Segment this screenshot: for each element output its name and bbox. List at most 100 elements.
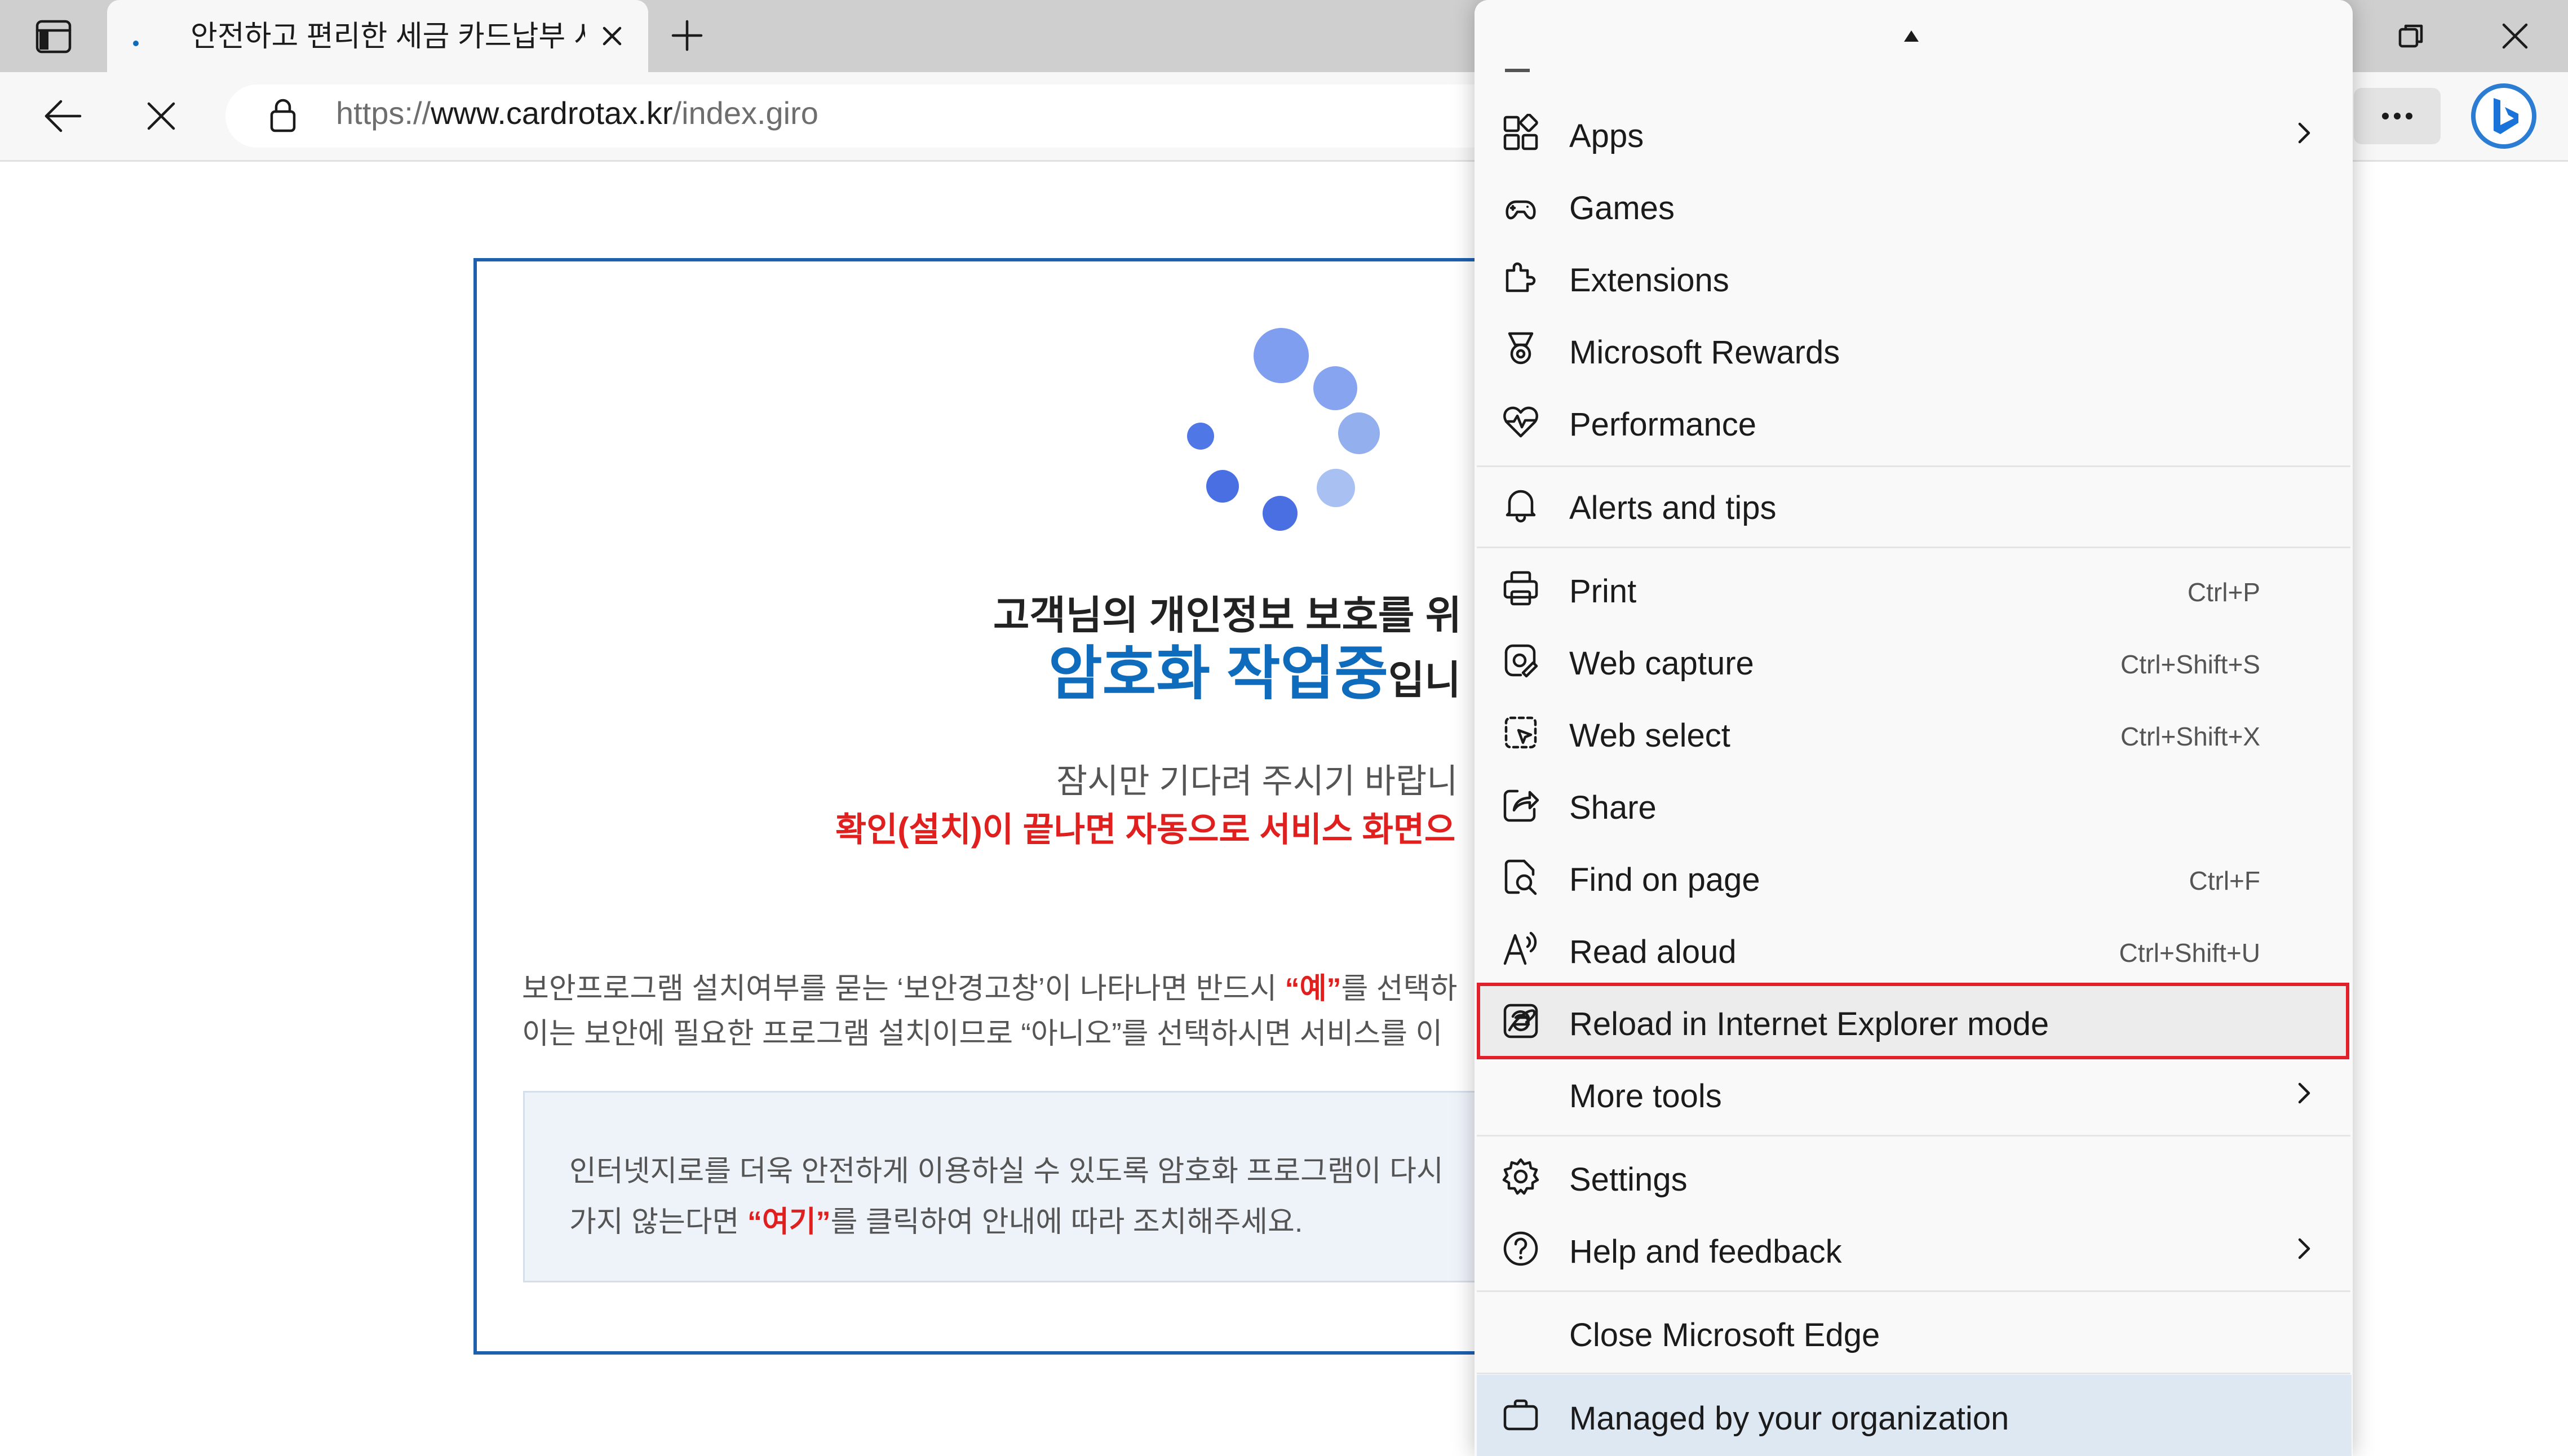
partial-item-icon [1505, 69, 1530, 72]
menu-item-settings[interactable]: Settings [1477, 1140, 2350, 1213]
menu-label: Close Microsoft Edge [1569, 1317, 1880, 1353]
menu-item-web-capture[interactable]: Web capture Ctrl+Shift+S [1477, 624, 2350, 696]
menu-separator [1477, 1135, 2350, 1137]
security-paragraph-line1: 보안프로그램 설치여부를 묻는 ‘보안경고창’이 나타나면 반드시 “예”를 선… [522, 965, 1457, 1007]
menu-separator [1477, 465, 2350, 467]
para1-red: “예” [1285, 973, 1341, 1005]
menu-item-more-tools[interactable]: More tools [1477, 1057, 2350, 1129]
close-icon [603, 26, 622, 46]
internet-explorer-icon [1503, 1004, 1538, 1038]
menu-item-managed-by-organization[interactable]: Managed by your organization [1477, 1379, 2350, 1451]
url-text[interactable]: https://www.cardrotax.kr/index.giro [336, 95, 818, 131]
close-window-button[interactable] [2499, 20, 2531, 52]
find-icon [1504, 859, 1537, 895]
printer-icon [1503, 571, 1538, 606]
info-text: 가지 않는다면 [569, 1206, 747, 1239]
menu-separator [1477, 1290, 2350, 1292]
tab-actions-button[interactable] [34, 17, 73, 56]
menu-item-web-select[interactable]: Web select Ctrl+Shift+X [1477, 696, 2350, 769]
menu-shortcut: Ctrl+F [2189, 866, 2261, 895]
menu-label: Help and feedback [1569, 1233, 1842, 1270]
menu-item-alerts-and-tips[interactable]: Alerts and tips [1477, 469, 2350, 541]
close-icon [2502, 23, 2528, 49]
menu-label: Web select [1569, 717, 1730, 754]
bell-icon [1506, 490, 1536, 523]
url-host: www.cardrotax.kr [431, 95, 673, 131]
menu-shortcut: Ctrl+P [2187, 578, 2260, 607]
tab-actions-icon [36, 20, 72, 54]
here-link[interactable]: “여기” [747, 1206, 831, 1239]
heading-suffix: 입니 [1388, 658, 1461, 702]
heading-blue: 암호화 작업중 [1048, 641, 1388, 707]
menu-item-performance[interactable]: Performance [1477, 385, 2350, 458]
menu-item-help-and-feedback[interactable]: Help and feedback [1477, 1213, 2350, 1285]
heading-line2: 암호화 작업중입니 [1048, 625, 1461, 711]
menu-label: Microsoft Rewards [1569, 334, 1840, 371]
menu-shortcut: Ctrl+Shift+S [2120, 650, 2260, 679]
help-icon [1503, 1231, 1538, 1266]
menu-item-find-on-page[interactable]: Find on page Ctrl+F [1477, 841, 2350, 913]
para1-text-end: 를 선택하 [1341, 973, 1458, 1005]
gear-icon [1502, 1158, 1539, 1195]
menu-label: Read aloud [1569, 934, 1737, 970]
menu-label: Settings [1569, 1161, 1688, 1198]
menu-separator [1477, 1373, 2350, 1374]
menu-item-reload-in-ie-mode[interactable]: Reload in Internet Explorer mode [1477, 985, 2350, 1057]
menu-scroll-up-icon[interactable] [1902, 28, 1921, 44]
rewards-medal-icon [1508, 332, 1534, 365]
menu-item-extensions[interactable]: Extensions [1477, 241, 2350, 313]
chevron-right-icon [2298, 1238, 2310, 1259]
menu-item-games[interactable]: Games [1477, 169, 2350, 241]
menu-item-microsoft-rewards[interactable]: Microsoft Rewards [1477, 313, 2350, 385]
menu-item-apps[interactable]: Apps [1477, 97, 2350, 169]
puzzle-icon [1506, 262, 1536, 292]
menu-separator [1477, 547, 2350, 548]
menu-item-share[interactable]: Share [1477, 769, 2350, 841]
menu-label: Share [1569, 789, 1657, 826]
copilot-button[interactable] [2469, 81, 2539, 151]
info-line2: 가지 않는다면 “여기”를 클릭하여 안내에 따라 조치해주세요. [569, 1198, 1303, 1240]
back-button[interactable] [42, 95, 85, 137]
menu-item-print[interactable]: Print Ctrl+P [1477, 552, 2350, 624]
heart-pulse-icon [1503, 406, 1538, 438]
menu-shortcut: Ctrl+Shift+X [2120, 722, 2260, 751]
more-dots-icon [2382, 113, 2412, 119]
stop-icon [147, 102, 175, 130]
menu-item-read-aloud[interactable]: Read aloud Ctrl+Shift+U [1477, 913, 2350, 985]
menu-label: Extensions [1569, 262, 1729, 299]
url-path: /index.giro [672, 95, 818, 131]
lock-icon[interactable] [267, 97, 299, 134]
menu-label: Print [1569, 573, 1637, 610]
bing-icon [2471, 83, 2536, 149]
menu-label: Alerts and tips [1569, 490, 1777, 526]
security-paragraph-line2: 이는 보안에 필요한 프로그램 설치이므로 “아니오”를 선택하시면 서비스를 … [522, 1018, 1443, 1050]
share-icon [1503, 789, 1539, 822]
stop-loading-button[interactable] [143, 98, 179, 134]
loading-spinner [1178, 321, 1403, 547]
menu-label: Games [1569, 190, 1675, 227]
menu-item-close-microsoft-edge[interactable]: Close Microsoft Edge [1477, 1296, 2350, 1368]
tab-loading-icon [133, 41, 139, 46]
restore-icon [2398, 24, 2423, 48]
new-tab-button[interactable] [668, 17, 706, 54]
wait-text: 잠시만 기다려 주시기 바랍니 [1056, 762, 1458, 800]
menu-label: Find on page [1569, 862, 1760, 898]
menu-label: Web capture [1569, 645, 1754, 682]
briefcase-icon [1503, 1399, 1538, 1431]
web-capture-icon [1504, 644, 1538, 678]
restore-window-button[interactable] [2396, 20, 2427, 52]
plus-icon [671, 20, 703, 51]
close-tab-button[interactable] [597, 21, 627, 51]
settings-and-more-button[interactable] [2354, 88, 2441, 144]
web-select-icon [1504, 716, 1537, 749]
para1-text: 보안프로그램 설치여부를 묻는 ‘보안경고창’이 나타나면 반드시 [522, 973, 1285, 1005]
red-notice: 확인(설치)이 끝나면 자동으로 서비스 화면으 [835, 811, 1456, 849]
menu-label: Managed by your organization [1569, 1400, 2009, 1437]
menu-label: More tools [1569, 1078, 1722, 1115]
apps-icon [1503, 114, 1538, 150]
info-line1: 인터넷지로를 더욱 안전하게 이용하실 수 있도록 암호화 프로그램이 다시 [569, 1155, 1444, 1188]
chevron-right-icon [2298, 1082, 2310, 1104]
url-prefix: https:// [336, 95, 431, 131]
menu-shortcut: Ctrl+Shift+U [2119, 938, 2260, 967]
read-aloud-icon [1503, 931, 1537, 965]
